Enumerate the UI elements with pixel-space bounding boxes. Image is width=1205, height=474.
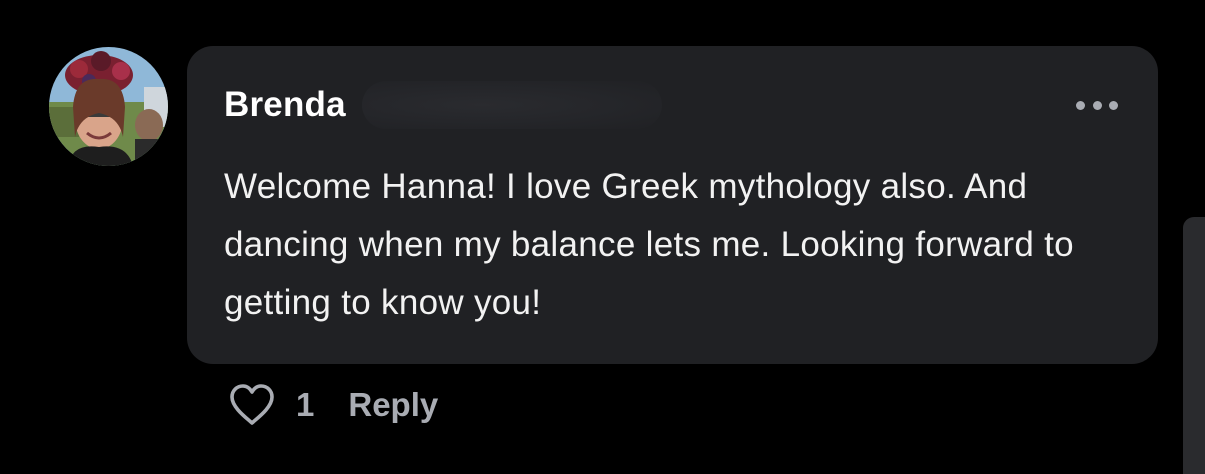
more-options-button[interactable] (1076, 94, 1118, 116)
comment-bubble: Brenda Welcome Hanna! I love Greek mytho… (187, 46, 1158, 364)
comment-header: Brenda (224, 81, 662, 129)
avatar-photo (49, 47, 168, 166)
reply-button[interactable]: Reply (348, 386, 438, 424)
more-horizontal-icon (1076, 100, 1085, 110)
heart-outline-icon (230, 384, 274, 425)
comment-text: Welcome Hanna! I love Greek mythology al… (224, 167, 1074, 322)
comment-actions: 1 Reply (228, 382, 438, 428)
author-name-redacted (361, 81, 662, 129)
like-button[interactable]: 1 (228, 383, 314, 427)
avatar[interactable] (49, 47, 168, 166)
author-name[interactable]: Brenda (224, 85, 346, 125)
like-count: 1 (296, 386, 315, 423)
scrollbar[interactable] (1183, 217, 1205, 474)
comment-view: Brenda Welcome Hanna! I love Greek mytho… (0, 0, 1205, 474)
